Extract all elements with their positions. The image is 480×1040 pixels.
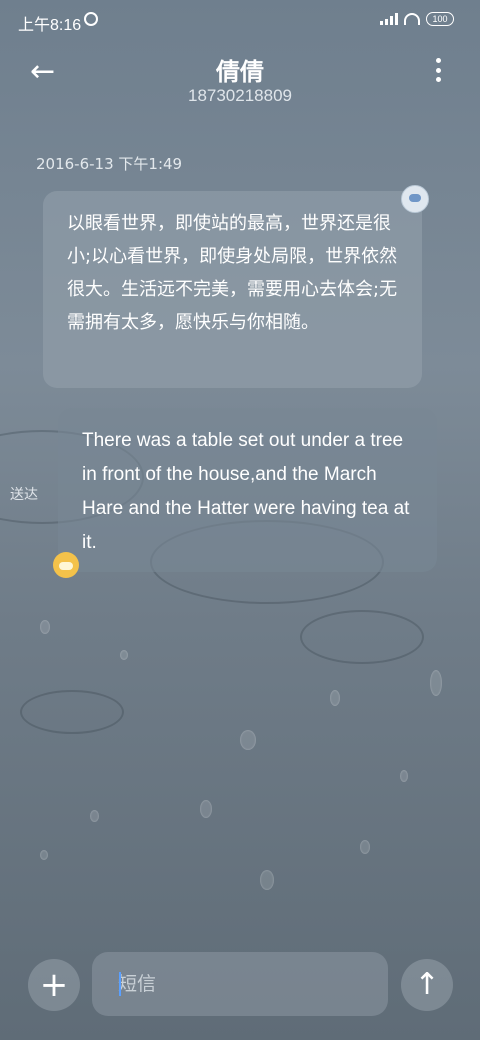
- message-timestamp: 2016-6-13 下午1:49: [36, 155, 183, 173]
- status-time: 上午8:16: [18, 17, 82, 34]
- message-input[interactable]: [92, 952, 388, 1016]
- message-text: 以眼看世界，即使站的最高，世界还是很小;以心看世界，即使身处局限，世界依然很大。…: [67, 213, 398, 333]
- signal-icon: [380, 13, 398, 25]
- incoming-message-bubble[interactable]: 以眼看世界，即使站的最高，世界还是很小;以心看世界，即使身处局限，世界依然很大。…: [43, 191, 422, 388]
- outgoing-message-bubble[interactable]: There was a table set out under a tree i…: [58, 408, 437, 572]
- send-button[interactable]: ↑: [401, 959, 453, 1011]
- status-bar: 上午8:16 100: [0, 0, 480, 40]
- add-attachment-button[interactable]: +: [28, 959, 80, 1011]
- do-not-disturb-icon: [84, 12, 98, 26]
- text-cursor: [119, 972, 121, 996]
- contact-name: 倩倩: [216, 58, 264, 86]
- contact-avatar[interactable]: [401, 185, 429, 213]
- conversation-header: ← 倩倩 18730218809: [0, 48, 480, 118]
- status-icons: 100: [380, 12, 454, 26]
- my-avatar[interactable]: [53, 552, 79, 578]
- message-composer: + ↑: [0, 952, 480, 1018]
- wifi-icon: [404, 13, 420, 25]
- delivery-status: 送达: [10, 487, 38, 503]
- arrow-up-icon: ↑: [414, 967, 440, 1002]
- battery-icon: 100: [426, 12, 454, 26]
- plus-icon: +: [39, 965, 69, 1005]
- more-vertical-icon[interactable]: [436, 58, 442, 82]
- phone-number: 18730218809: [187, 86, 292, 105]
- message-text: There was a table set out under a tree i…: [82, 430, 410, 553]
